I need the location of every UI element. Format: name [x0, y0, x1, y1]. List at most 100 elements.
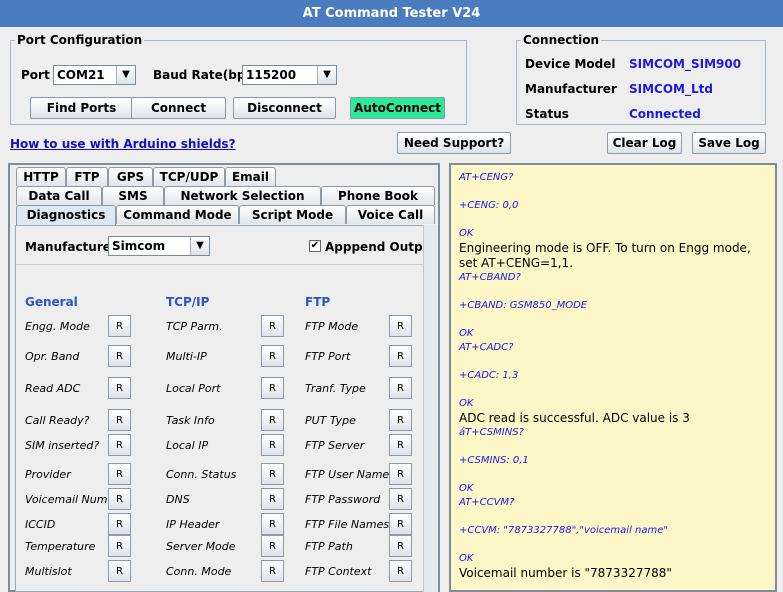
- run-button[interactable]: R: [261, 434, 284, 456]
- tab-sms[interactable]: SMS: [102, 186, 164, 205]
- diagnostic-label: Read ADC: [25, 382, 81, 395]
- diagnostic-label: FTP Path: [305, 540, 353, 553]
- run-button[interactable]: R: [261, 560, 284, 582]
- run-button[interactable]: R: [389, 345, 412, 367]
- tab-tcp-udp[interactable]: TCP/UDP: [153, 167, 225, 186]
- section-header: FTP: [305, 295, 331, 309]
- run-button[interactable]: R: [389, 560, 412, 582]
- diag-manufacturer-select[interactable]: Simcom ▼: [108, 236, 210, 256]
- diagnostic-label: FTP File Names: [305, 518, 390, 531]
- run-button[interactable]: R: [389, 409, 412, 431]
- diagnostic-label: Multislot: [25, 565, 72, 578]
- section-header: TCP/IP: [166, 295, 210, 309]
- run-button[interactable]: R: [108, 488, 131, 510]
- diagnostic-label: Local Port: [166, 382, 221, 395]
- chevron-down-icon[interactable]: ▼: [190, 237, 209, 255]
- connect-button[interactable]: Connect: [131, 97, 226, 119]
- log-line: OK: [459, 328, 474, 339]
- connection-legend: Connection: [523, 33, 600, 47]
- run-button[interactable]: R: [108, 409, 131, 431]
- run-button[interactable]: R: [389, 377, 412, 399]
- arduino-help-link[interactable]: How to use with Arduino shields?: [10, 137, 236, 151]
- run-button[interactable]: R: [108, 315, 131, 337]
- run-button[interactable]: R: [108, 535, 131, 557]
- autoconnect-button[interactable]: AutoConnect: [350, 97, 445, 119]
- port-label: Port: [21, 68, 50, 82]
- run-button[interactable]: R: [389, 488, 412, 510]
- log-line: AT+CBAND?: [459, 272, 521, 283]
- log-line: OK: [459, 398, 474, 409]
- tab-voice-call[interactable]: Voice Call: [346, 205, 435, 224]
- run-button[interactable]: R: [108, 513, 131, 535]
- disconnect-button[interactable]: Disconnect: [233, 97, 336, 119]
- run-button[interactable]: R: [108, 560, 131, 582]
- log-panel[interactable]: AT+CENG? +CENG: 0,0 OK Engineering mode is …: [449, 163, 777, 592]
- log-info-line: Engineering mode is OFF. To turn on Engg…: [459, 241, 751, 270]
- run-button[interactable]: R: [261, 377, 284, 399]
- tab-command-mode[interactable]: Command Mode: [116, 205, 239, 224]
- run-button[interactable]: R: [261, 345, 284, 367]
- clear-log-button[interactable]: Clear Log: [607, 132, 682, 154]
- vertical-scrollbar[interactable]: [423, 225, 438, 592]
- append-output-checkbox[interactable]: ✔: [309, 240, 321, 252]
- run-button[interactable]: R: [108, 377, 131, 399]
- run-button[interactable]: R: [261, 513, 284, 535]
- chevron-down-icon[interactable]: ▼: [116, 66, 135, 84]
- baud-rate-value: 115200: [246, 68, 297, 82]
- divider: [16, 264, 437, 265]
- log-line: +CBAND: GSM850_MODE: [459, 300, 588, 311]
- tab-gps[interactable]: GPS: [108, 167, 153, 186]
- run-button[interactable]: R: [261, 315, 284, 337]
- run-button[interactable]: R: [108, 463, 131, 485]
- diagnostic-label: Voicemail Num.: [25, 493, 111, 506]
- tab-http[interactable]: HTTP: [16, 167, 66, 186]
- run-button[interactable]: R: [389, 463, 412, 485]
- port-select[interactable]: COM21 ▼: [53, 65, 136, 85]
- diagnostic-label: PUT Type: [305, 414, 356, 427]
- diagnostic-label: ICCID: [25, 518, 56, 531]
- run-button[interactable]: R: [108, 345, 131, 367]
- run-button[interactable]: R: [389, 434, 412, 456]
- tab-diagnostics[interactable]: Diagnostics: [16, 205, 116, 226]
- tab-data-call[interactable]: Data Call: [16, 186, 102, 205]
- manufacturer-value: SIMCOM_Ltd: [629, 82, 713, 96]
- run-button[interactable]: R: [261, 535, 284, 557]
- log-line: +CCVM: "7873327788","voicemail name": [459, 525, 668, 536]
- run-button[interactable]: R: [261, 463, 284, 485]
- tab-script-mode[interactable]: Script Mode: [239, 205, 346, 224]
- run-button[interactable]: R: [389, 315, 412, 337]
- log-line: AT+CENG?: [459, 172, 514, 183]
- run-button[interactable]: R: [389, 535, 412, 557]
- status-label: Status: [525, 107, 569, 121]
- tab-network-selection[interactable]: Network Selection: [164, 186, 321, 205]
- diagnostic-label: Engg. Mode: [25, 320, 90, 333]
- run-button[interactable]: R: [389, 513, 412, 535]
- tab-ftp[interactable]: FTP: [66, 167, 108, 186]
- append-output-label: Apppend Output: [325, 240, 437, 254]
- diagnostics-panel: [15, 225, 438, 592]
- need-support-button[interactable]: Need Support?: [397, 132, 511, 154]
- tab-email[interactable]: Email: [225, 167, 276, 186]
- log-line: AT+CADC?: [459, 342, 514, 353]
- tab-phone-book[interactable]: Phone Book: [321, 186, 435, 205]
- diagnostic-label: Server Mode: [166, 540, 236, 553]
- save-log-button[interactable]: Save Log: [692, 132, 766, 154]
- diagnostic-label: TCP Parm.: [166, 320, 223, 333]
- run-button[interactable]: R: [261, 409, 284, 431]
- run-button[interactable]: R: [261, 488, 284, 510]
- manufacturer-label: Manufacturer: [525, 82, 617, 96]
- diagnostic-label: SIM inserted?: [25, 439, 100, 452]
- find-ports-button[interactable]: Find Ports: [30, 97, 133, 119]
- log-line: +CENG: 0,0: [459, 200, 519, 211]
- baud-rate-select[interactable]: 115200 ▼: [242, 65, 337, 85]
- chevron-down-icon[interactable]: ▼: [317, 66, 336, 84]
- run-button[interactable]: R: [108, 434, 131, 456]
